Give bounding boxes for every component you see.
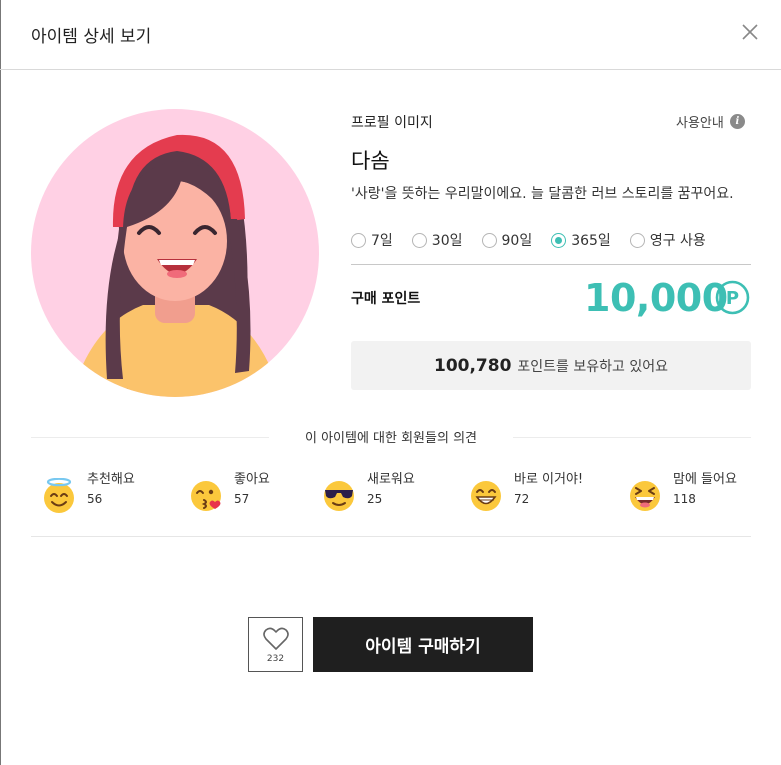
duration-options: 7일 30일 90일 365일 영구 사용 [351, 230, 706, 250]
divider [31, 536, 751, 537]
reaction-new[interactable]: 새로워요 25 [321, 472, 415, 514]
price-value: 10,000 [584, 276, 728, 320]
points-balance-value: 100,780 [433, 355, 512, 376]
points-balance-box: 100,780 포인트를 보유하고 있어요 [351, 341, 751, 390]
item-preview-image [31, 109, 319, 397]
reaction-list: 추천해요 56 좋아요 57 새로워요 25 바로 이거야! 72 맘에 들어요… [31, 472, 751, 518]
laughing-emoji-icon [630, 481, 660, 511]
reaction-count: 57 [234, 492, 250, 506]
duration-option-7d[interactable]: 7일 [351, 230, 393, 250]
radio-365d[interactable] [551, 232, 567, 248]
duration-label: 영구 사용 [649, 233, 706, 249]
avatar-illustration [31, 109, 319, 397]
reaction-label: 새로워요 [367, 472, 415, 487]
reaction-this-is-it[interactable]: 바로 이거야! 72 [468, 472, 583, 514]
heart-icon [263, 627, 289, 650]
duration-option-permanent[interactable]: 영구 사용 [629, 230, 706, 250]
info-icon: i [729, 114, 745, 129]
window-frame-edge [0, 0, 1, 765]
reaction-label: 바로 이거야! [514, 472, 584, 487]
reaction-love-it[interactable]: 맘에 들어요 118 [627, 472, 737, 514]
reaction-like[interactable]: 좋아요 57 [188, 472, 270, 514]
duration-label: 7일 [371, 233, 393, 249]
close-button[interactable] [736, 18, 764, 46]
radio-30d[interactable] [411, 232, 427, 248]
reaction-label: 추천해요 [87, 472, 135, 487]
buy-item-button[interactable]: 아이템 구매하기 [313, 617, 533, 672]
opinions-title: 이 아이템에 대한 회원들의 의견 [269, 427, 513, 446]
item-category: 프로필 이미지 [351, 115, 433, 131]
halo-smile-emoji-icon [44, 478, 74, 513]
duration-option-30d[interactable]: 30일 [411, 230, 463, 250]
duration-option-90d[interactable]: 90일 [481, 230, 533, 250]
reaction-count: 72 [514, 492, 530, 506]
reaction-count: 25 [367, 492, 383, 506]
radio-7d[interactable] [351, 232, 366, 248]
divider [351, 264, 751, 265]
grin-emoji-icon [471, 481, 501, 511]
dialog-title: 아이템 상세 보기 [31, 27, 152, 47]
reaction-recommend[interactable]: 추천해요 56 [41, 472, 135, 514]
kiss-emoji-icon [191, 481, 221, 511]
like-button[interactable]: 232 [248, 617, 303, 672]
radio-90d[interactable] [481, 232, 497, 248]
reaction-count: 56 [87, 492, 103, 506]
close-icon [742, 24, 758, 40]
duration-option-365d[interactable]: 365일 [551, 230, 611, 250]
item-name: 다솜 [351, 149, 390, 173]
usage-guide-label: 사용안내 [676, 116, 724, 131]
radio-permanent[interactable] [629, 232, 645, 248]
points-balance-text: 포인트를 보유하고 있어요 [517, 358, 669, 375]
point-icon: P [715, 280, 750, 315]
reaction-label: 좋아요 [234, 472, 270, 487]
dialog-header: 아이템 상세 보기 [0, 0, 781, 70]
duration-label: 365일 [571, 233, 611, 249]
point-symbol: P [726, 288, 739, 309]
reaction-label: 맘에 들어요 [673, 472, 737, 487]
usage-guide-link[interactable]: 사용안내 i [676, 112, 745, 131]
item-description: '사랑'을 뜻하는 우리말이에요. 늘 달콤한 러브 스토리를 꿈꾸어요. [351, 186, 734, 202]
reaction-count: 118 [673, 492, 696, 506]
duration-label: 30일 [431, 233, 463, 249]
sunglasses-emoji-icon [324, 481, 354, 511]
duration-label: 90일 [501, 233, 533, 249]
price-label: 구매 포인트 [351, 291, 421, 307]
like-count: 232 [266, 654, 285, 664]
